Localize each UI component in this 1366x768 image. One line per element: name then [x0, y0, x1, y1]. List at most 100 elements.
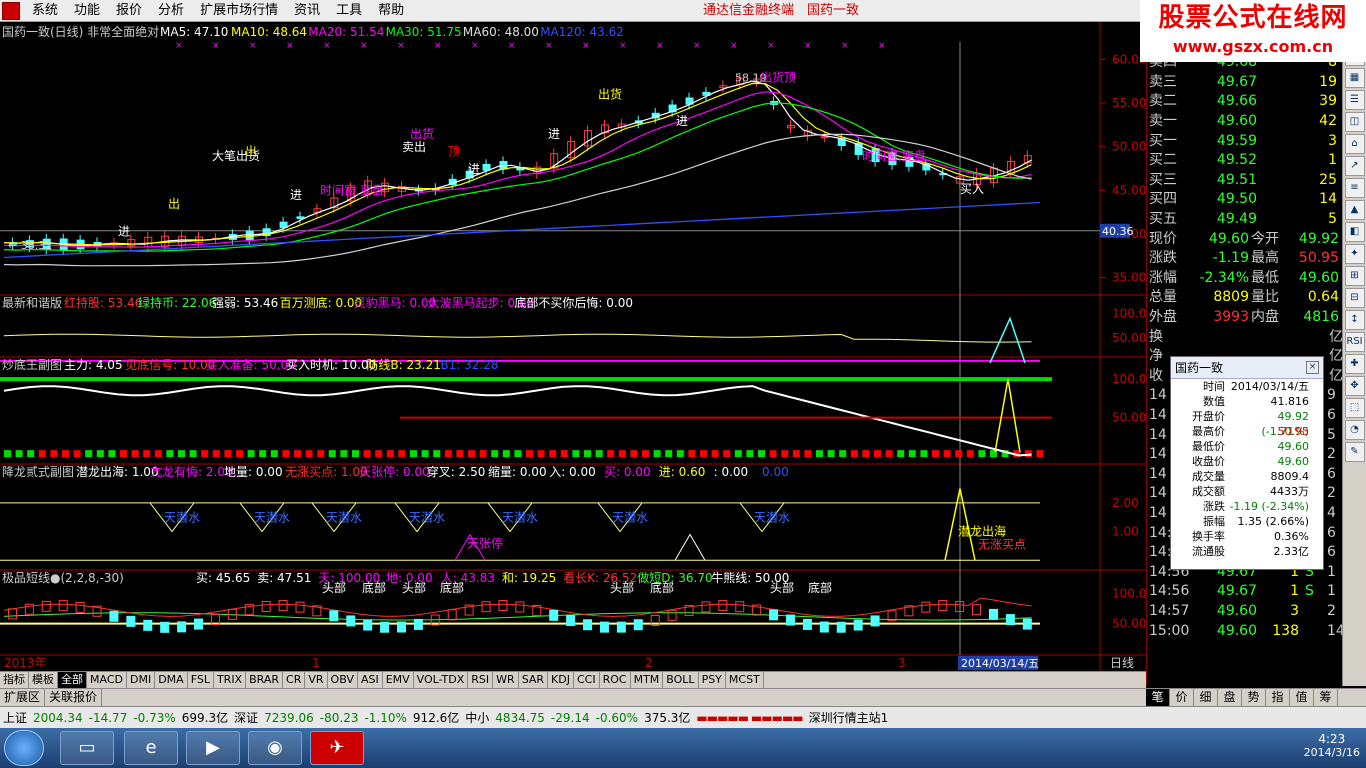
ind4-candle	[126, 615, 136, 627]
toolbar-btn-3[interactable]: ▦	[1344, 68, 1365, 88]
tick-row-12-volume: 138	[1272, 622, 1299, 639]
indicator-tab-4[interactable]: DMI	[127, 672, 156, 688]
quote-tab-1[interactable]: 价	[1170, 689, 1194, 706]
indicator-tab-6[interactable]: FSL	[188, 672, 214, 688]
tick-row-10-volume: 1	[1290, 583, 1299, 600]
clock-date[interactable]: 2014/3/16	[1304, 746, 1360, 759]
indicator-tab-8[interactable]: BRAR	[246, 672, 284, 688]
menu-item-system[interactable]: 系统	[24, 0, 66, 22]
toolbar-btn-8[interactable]: ≡	[1344, 178, 1365, 198]
quote-tab-5[interactable]: 指	[1266, 689, 1290, 706]
ind2-signal-block	[537, 450, 545, 458]
tooltip-key: 换手率	[1192, 530, 1225, 543]
watermark: 股票公式在线网 www.gszx.com.cn	[1140, 0, 1366, 62]
ind1-item-2: 强弱: 53.46	[212, 296, 278, 310]
tick-row-12-count: 14	[1327, 622, 1342, 639]
toolbar-btn-14[interactable]: ↕	[1344, 310, 1365, 330]
toolbar-btn-16[interactable]: ✚	[1344, 354, 1365, 374]
indicator-tab-24[interactable]: MCST	[726, 672, 764, 688]
toolbar-btn-12[interactable]: ⊞	[1344, 266, 1365, 286]
ie-taskbar-icon[interactable]: e	[124, 731, 178, 765]
menu-item-info[interactable]: 资讯	[286, 0, 328, 22]
toolbar-btn-20[interactable]: ✎	[1344, 442, 1365, 462]
toolbar-btn-4[interactable]: ☰	[1344, 90, 1365, 110]
tooltip-row-10: 换手率 0.36%	[1171, 529, 1323, 544]
ind2-main-line	[3, 385, 1032, 457]
indicator-tab-11[interactable]: OBV	[328, 672, 358, 688]
indicator-tab-2[interactable]: 全部	[58, 672, 87, 688]
toolbar-btn-19[interactable]: ◔	[1344, 420, 1365, 440]
toolbar-btn-7[interactable]: ↗	[1344, 156, 1365, 176]
indicator-tab-10[interactable]: VR	[305, 672, 328, 688]
quote-tab-2[interactable]: 细	[1194, 689, 1218, 706]
header-ma5: MA5: 47.10	[160, 25, 228, 39]
toolbar-btn-17[interactable]: ✥	[1344, 376, 1365, 396]
explorer-taskbar-icon[interactable]: ▭	[60, 731, 114, 765]
quote-tab-6[interactable]: 值	[1290, 689, 1314, 706]
main-annotation-12: 出货顶	[760, 69, 796, 84]
ind2-signal-block	[62, 450, 69, 458]
toolbar-btn-10[interactable]: ◧	[1344, 222, 1365, 242]
indicator-tab-22[interactable]: BOLL	[663, 672, 699, 688]
ind3-name: 降龙贰式副图	[2, 464, 74, 479]
menu-item-ext-market[interactable]: 扩展市场行情	[192, 0, 286, 22]
tooltip-key: 开盘价	[1192, 410, 1225, 423]
kline-chart-svg[interactable]: 60.0055.0050.0045.0040.0035.0040.36国药一致(…	[0, 22, 1146, 671]
indicator-tab-21[interactable]: MTM	[631, 672, 664, 688]
ext-tab-0[interactable]: 扩展区	[0, 689, 46, 706]
tick-row-10-count: 1	[1327, 583, 1336, 600]
chart-area[interactable]: 60.0055.0050.0045.0040.0035.0040.36国药一致(…	[0, 22, 1146, 686]
quote-tab-3[interactable]: 盘	[1218, 689, 1242, 706]
toolbar-btn-15[interactable]: RSI	[1344, 332, 1365, 352]
indicator-tab-16[interactable]: WR	[493, 672, 519, 688]
indicator-tab-5[interactable]: DMA	[155, 672, 188, 688]
ext-tab-1[interactable]: 关联报价	[45, 689, 103, 706]
indicator-tab-17[interactable]: SAR	[519, 672, 549, 688]
tick-row-1-time: 14	[1149, 407, 1167, 423]
sz-pct: -1.10%	[364, 710, 407, 725]
indicator-tab-19[interactable]: CCI	[574, 672, 600, 688]
menu-item-quote[interactable]: 报价	[108, 0, 150, 22]
menu-item-function[interactable]: 功能	[66, 0, 108, 22]
toolbar-btn-11[interactable]: ✦	[1344, 244, 1365, 264]
status-bar: 上证 2004.34 -14.77 -0.73% 699.3亿 深证 7239.…	[0, 706, 1366, 728]
indicator-tab-14[interactable]: VOL-TDX	[414, 672, 469, 688]
toolbar-btn-18[interactable]: ⬚	[1344, 398, 1365, 418]
ind2-item-2: 买入准备: 50.00	[206, 358, 296, 372]
indicator-tab-1[interactable]: 模板	[29, 672, 58, 688]
quote-tab-0[interactable]: 笔	[1146, 689, 1170, 706]
clock-time[interactable]: 4:23	[1304, 732, 1360, 746]
start-button[interactable]	[4, 730, 44, 766]
ind4-candle	[295, 601, 305, 613]
indicator-tab-20[interactable]: ROC	[600, 672, 631, 688]
indicator-tab-13[interactable]: EMV	[383, 672, 414, 688]
toolbar-btn-6[interactable]: ⌂	[1344, 134, 1365, 154]
menu-item-tools[interactable]: 工具	[328, 0, 370, 22]
tdx-taskbar-icon[interactable]: ✈	[310, 731, 364, 765]
indicator-tab-18[interactable]: KDJ	[548, 672, 574, 688]
menu-item-analysis[interactable]: 分析	[150, 0, 192, 22]
server-name[interactable]: 深圳行情主站1	[806, 709, 892, 726]
tooltip-close-button[interactable]: ×	[1306, 361, 1319, 374]
ind4-red-line	[3, 597, 1032, 617]
toolbar-btn-9[interactable]: ▲	[1344, 200, 1365, 220]
indicator-tab-7[interactable]: TRIX	[214, 672, 247, 688]
ind3-item-8: 买: 0.00	[604, 465, 651, 479]
indicator-tab-15[interactable]: RSI	[468, 672, 494, 688]
ind4-candle	[160, 621, 170, 633]
indicator-tab-9[interactable]: CR	[283, 672, 306, 688]
quote-tab-4[interactable]: 势	[1242, 689, 1266, 706]
toolbar-btn-13[interactable]: ⊟	[1344, 288, 1365, 308]
quote-tab-7[interactable]: 筹	[1314, 689, 1338, 706]
indicator-tab-12[interactable]: ASI	[358, 672, 383, 688]
menu-item-help[interactable]: 帮助	[370, 0, 412, 22]
tick-row-9-count: 1	[1327, 563, 1336, 580]
indicator-tab-0[interactable]: 指标	[0, 672, 29, 688]
chrome-taskbar-icon[interactable]: ◉	[248, 731, 302, 765]
indicator-tab-23[interactable]: PSY	[699, 672, 726, 688]
toolbar-btn-5[interactable]: ◫	[1344, 112, 1365, 132]
indicator-tab-3[interactable]: MACD	[87, 672, 127, 688]
media-taskbar-icon[interactable]: ▶	[186, 731, 240, 765]
ind4-axis-1: 50.00	[1112, 617, 1146, 631]
ind1-axis-1: 50.00	[1112, 331, 1146, 345]
